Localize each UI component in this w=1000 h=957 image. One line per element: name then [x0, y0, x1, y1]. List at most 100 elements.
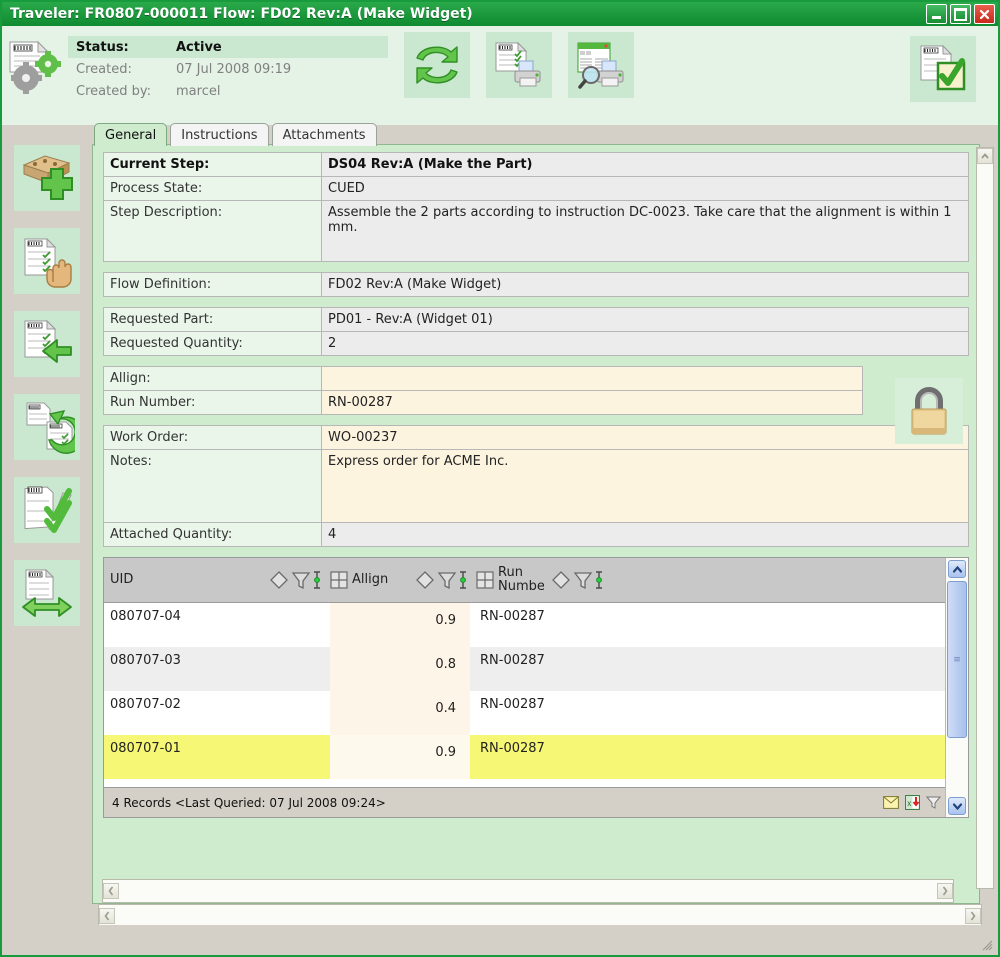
- traveler-gears-icon: [2, 32, 68, 94]
- lock-button[interactable]: [895, 378, 963, 444]
- traveler-double-arrow-icon: [22, 568, 72, 617]
- filter-funnel-icon[interactable]: [291, 569, 311, 591]
- sort-diamond-icon[interactable]: [268, 569, 290, 591]
- created-by-label: Created by:: [76, 83, 151, 99]
- chevron-right-icon: [970, 911, 976, 921]
- grid-status-bar: 4 Records <Last Queried: 07 Jul 2008 09:…: [104, 787, 968, 817]
- add-part-button[interactable]: [14, 145, 80, 211]
- export-excel-icon[interactable]: x: [905, 795, 920, 810]
- table-row[interactable]: 080707-03 0.8 RN-00287: [104, 647, 968, 691]
- form-row: Current Step: DS04 Rev:A (Make the Part): [103, 152, 969, 177]
- traveler-hand-icon: [24, 237, 72, 288]
- flow-definition-label: Flow Definition:: [103, 272, 322, 297]
- allign-input[interactable]: [321, 366, 863, 391]
- refresh-button[interactable]: [404, 32, 470, 98]
- requested-part-label: Requested Part:: [103, 307, 322, 332]
- resize-grip-icon[interactable]: [981, 939, 993, 951]
- print-traveler-icon: [495, 41, 541, 87]
- panel-scroll-up-button[interactable]: [977, 148, 993, 164]
- text-cursor-icon[interactable]: [458, 569, 468, 591]
- created-by-value: marcel: [176, 83, 221, 99]
- form-row: Allign:: [103, 366, 863, 391]
- rework-button[interactable]: [14, 394, 80, 460]
- document-check-icon: [920, 44, 966, 91]
- complete-traveler-button[interactable]: [910, 36, 976, 102]
- print-button[interactable]: [486, 32, 552, 98]
- previous-step-button[interactable]: [14, 311, 80, 377]
- filter-funnel-icon[interactable]: [573, 569, 593, 591]
- step-description-value: Assemble the 2 parts according to instru…: [321, 200, 969, 262]
- cell-run-number: RN-00287: [480, 653, 545, 668]
- hold-traveler-button[interactable]: [14, 228, 80, 294]
- created-by-row: Created by: marcel: [68, 80, 388, 102]
- filter-funnel-icon[interactable]: [437, 569, 457, 591]
- column-uid[interactable]: UID: [104, 558, 264, 602]
- grid-cells-icon[interactable]: [330, 571, 348, 589]
- header-band: Status: Active Created: 07 Jul 2008 09:1…: [2, 26, 998, 125]
- panel-scroll-left-button[interactable]: [103, 883, 119, 899]
- tab-general[interactable]: General: [94, 123, 168, 146]
- grid-scroll-up-button[interactable]: [948, 560, 966, 578]
- flow-definition-value: FD02 Rev:A (Make Widget): [321, 272, 969, 297]
- move-traveler-button[interactable]: [14, 560, 80, 626]
- email-icon[interactable]: [883, 796, 899, 809]
- run-number-header-controls: [550, 569, 604, 591]
- grid-scroll-thumb[interactable]: ≡: [947, 581, 967, 738]
- grid-cells-icon[interactable]: [476, 571, 494, 589]
- allign-label: Allign:: [103, 366, 322, 391]
- print-preview-icon: [577, 42, 624, 89]
- chevron-up-icon: [981, 153, 989, 159]
- sort-diamond-icon[interactable]: [414, 569, 436, 591]
- notes-input[interactable]: Express order for ACME Inc.: [321, 449, 969, 523]
- sort-diamond-icon[interactable]: [550, 569, 572, 591]
- complete-traveler-button-inner[interactable]: [910, 36, 976, 102]
- table-row[interactable]: 080707-02 0.4 RN-00287: [104, 691, 968, 735]
- print-preview-button[interactable]: [568, 32, 634, 98]
- text-cursor-icon[interactable]: [594, 569, 604, 591]
- process-state-value: CUED: [321, 176, 969, 201]
- status-value: Active: [176, 39, 222, 55]
- allign-header-controls: [414, 569, 468, 591]
- filter-icon[interactable]: [926, 795, 941, 810]
- cell-uid: 080707-03: [110, 653, 181, 668]
- work-order-input[interactable]: WO-00237: [321, 425, 969, 450]
- notes-label: Notes:: [103, 449, 322, 523]
- created-label: Created:: [76, 61, 132, 77]
- panel-vertical-scrollbar[interactable]: [976, 147, 994, 889]
- table-row[interactable]: 080707-04 0.9 RN-00287: [104, 603, 968, 647]
- form-row: Attached Quantity: 4: [103, 522, 969, 547]
- add-part-plus-icon: [22, 155, 73, 200]
- column-run-number[interactable]: Run Numbe: [498, 558, 546, 602]
- uid-data-grid: UID Allign Run Numbe 080707-04 0.9 RN-00…: [103, 557, 969, 818]
- flow-definition-group: Flow Definition: FD02 Rev:A (Make Widget…: [103, 272, 969, 297]
- minimize-button[interactable]: [926, 4, 947, 24]
- attached-quantity-label: Attached Quantity:: [103, 522, 322, 547]
- svg-text:x: x: [907, 799, 911, 808]
- run-number-input[interactable]: RN-00287: [321, 390, 863, 415]
- text-cursor-icon[interactable]: [312, 569, 322, 591]
- allign-run-group: Allign: Run Number: RN-00287: [103, 366, 863, 415]
- grid-vertical-scrollbar[interactable]: ≡: [945, 558, 968, 817]
- close-button[interactable]: [974, 4, 995, 24]
- cell-allign: 0.9: [330, 603, 470, 647]
- tab-attachments[interactable]: Attachments: [271, 123, 377, 146]
- traveler-loop-arrow-icon: [26, 402, 75, 454]
- attached-quantity-value: 4: [321, 522, 969, 547]
- tab-instructions[interactable]: Instructions: [170, 123, 269, 146]
- grid-scroll-down-button[interactable]: [948, 797, 966, 815]
- cell-allign: 0.4: [330, 691, 470, 735]
- cell-uid: 080707-02: [110, 697, 181, 712]
- signoff-button[interactable]: [14, 477, 80, 543]
- form-row: Requested Part: PD01 - Rev:A (Widget 01): [103, 307, 969, 332]
- column-allign[interactable]: Allign: [352, 558, 410, 602]
- column-uid-label: UID: [110, 572, 134, 587]
- table-row[interactable]: 080707-01 0.9 RN-00287: [104, 735, 968, 779]
- panel-scroll-right-button[interactable]: [937, 883, 953, 899]
- panel-horizontal-scrollbar[interactable]: [102, 879, 954, 903]
- window-scroll-left-button[interactable]: [99, 908, 115, 924]
- window-scroll-right-button[interactable]: [965, 908, 981, 924]
- maximize-button[interactable]: [950, 4, 971, 24]
- form-row: Work Order: WO-00237: [103, 425, 969, 450]
- requested-group: Requested Part: PD01 - Rev:A (Widget 01)…: [103, 307, 969, 356]
- chevron-down-icon: [952, 802, 962, 810]
